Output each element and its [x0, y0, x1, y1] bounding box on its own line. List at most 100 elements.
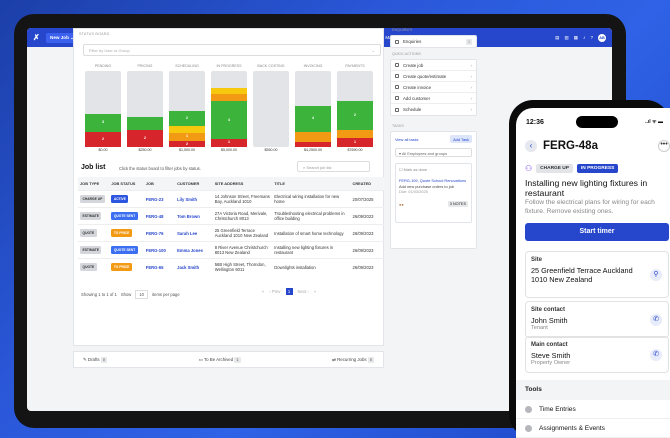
- customer-link[interactable]: Sarah Lee: [177, 231, 197, 236]
- back-button[interactable]: ‹: [525, 140, 537, 152]
- drafts-count: 0: [100, 356, 107, 363]
- status-segment[interactable]: 1: [337, 137, 373, 147]
- job-list-search-input[interactable]: ⌕ Search job list: [297, 161, 370, 172]
- job-link[interactable]: FERG-48: [146, 214, 164, 219]
- time-entries-item[interactable]: Time Entries: [516, 400, 670, 419]
- customer-link[interactable]: Lily Smith: [177, 197, 197, 202]
- next-page-button[interactable]: Next ›: [298, 289, 309, 294]
- recurring-jobs-tab[interactable]: ⇄ Recurring Jobs 0: [332, 356, 374, 363]
- phone-icon[interactable]: ✆: [650, 348, 662, 361]
- col-job-type[interactable]: JOB TYPE: [78, 177, 110, 191]
- status-segment[interactable]: 4: [211, 101, 247, 140]
- status-segment[interactable]: 2: [127, 130, 163, 147]
- last-page-button[interactable]: »: [314, 289, 316, 294]
- job-status-badge: ACTIVE: [111, 195, 129, 203]
- create-job-action[interactable]: Create job ›: [391, 60, 476, 71]
- status-segment[interactable]: [295, 142, 331, 147]
- status-segment[interactable]: [127, 116, 163, 131]
- job-link[interactable]: FERG-100: [146, 248, 166, 253]
- table-row[interactable]: ESTIMATE QUOTE SENT FERG-100 Emma Jones 8 Ri…: [78, 241, 384, 259]
- app-logo[interactable]: ✗: [33, 33, 41, 42]
- table-row[interactable]: CHARGE UP ACTIVE FERG-23 Lily Smith 14 Johns…: [78, 190, 384, 208]
- main-contact-label: Main contact: [531, 342, 568, 348]
- view-all-tasks-link[interactable]: View all tasks: [395, 137, 419, 142]
- site-card[interactable]: Site 25 Greenfield Terrace Auckland 1010…: [525, 251, 669, 298]
- status-segment[interactable]: 3: [85, 114, 121, 132]
- status-column[interactable]: INVOICING 4 $4,2500.00: [295, 64, 331, 152]
- status-segment[interactable]: [337, 130, 373, 138]
- start-timer-button[interactable]: Start timer: [525, 223, 669, 241]
- status-column[interactable]: BACK COSTING $550.00: [253, 64, 289, 152]
- status-filter-select[interactable]: Filter by User or Group ⌄: [83, 44, 381, 56]
- status-segment[interactable]: 2: [85, 131, 121, 147]
- assignments-events-item[interactable]: Assignments & Events: [516, 419, 670, 438]
- status-column[interactable]: IN PROGRESS 1 4 $5,000.00: [211, 64, 247, 152]
- table-row[interactable]: QUOTE TO PRICE FERG-65 Jack Smith 56B High S…: [78, 258, 384, 275]
- site-address: 25 Greenfield Terrace Auckland 1010 New …: [531, 266, 633, 284]
- create-invoice-action[interactable]: Create invoice ›: [391, 82, 476, 93]
- status-segment[interactable]: 2: [337, 101, 373, 131]
- to-be-archived-tab[interactable]: ▭ To Be Archived 1: [199, 356, 241, 363]
- col-created[interactable]: CREATED: [350, 177, 384, 191]
- status-column-label: IN PROGRESS: [216, 64, 242, 68]
- col-customer[interactable]: CUSTOMER: [175, 177, 213, 191]
- map-pin-icon[interactable]: ⚲: [650, 268, 662, 281]
- status-segment[interactable]: 2: [169, 140, 205, 147]
- add-task-button[interactable]: Add Task: [450, 135, 472, 143]
- per-page-select[interactable]: 10: [135, 290, 149, 299]
- bell-icon[interactable]: ♪: [583, 35, 585, 40]
- col-job[interactable]: JOB: [143, 177, 176, 191]
- status-segment[interactable]: 1: [211, 139, 247, 147]
- customer-link[interactable]: Jack Smith: [177, 265, 199, 270]
- phone-icon[interactable]: ✆: [650, 313, 662, 326]
- chat-icon[interactable]: ▤: [555, 35, 559, 41]
- status-segment[interactable]: 1: [169, 133, 205, 141]
- first-page-button[interactable]: «: [262, 289, 264, 294]
- mark-done-checkbox[interactable]: ☐ Mark as done: [399, 167, 468, 172]
- task-notes-count[interactable]: 3 NOTES: [447, 201, 468, 207]
- main-contact-card[interactable]: Main contact Steve Smith Property Owner …: [525, 336, 669, 373]
- status-segment[interactable]: [211, 93, 247, 102]
- task-filter-select[interactable]: ▾ All Employees and groups: [395, 148, 472, 157]
- schedule-action[interactable]: Schedule ›: [391, 104, 476, 115]
- time-entries-label: Time Entries: [539, 405, 576, 413]
- site-contact-card[interactable]: Site contact John Smith Tenant ✆: [525, 301, 669, 338]
- job-link[interactable]: FERG-23: [146, 197, 164, 202]
- more-options-button[interactable]: •••: [658, 140, 670, 152]
- customer-link[interactable]: Tom Brown: [177, 214, 200, 219]
- prev-page-button[interactable]: ‹ Prev: [269, 289, 280, 294]
- task-job-link[interactable]: FERG-109, Quote School Renovations: [399, 178, 468, 183]
- job-link[interactable]: FERG-65: [146, 265, 164, 270]
- table-row[interactable]: QUOTE TO PRICE FERG-76 Sarah Lee 25 Greenfie…: [78, 224, 384, 242]
- status-segment[interactable]: 2: [169, 110, 205, 126]
- status-column[interactable]: PENDING 2 3 $0.00: [85, 64, 121, 152]
- chart-icon[interactable]: ▥: [564, 35, 568, 41]
- drafts-tab[interactable]: ✎ Drafts 0: [83, 356, 107, 363]
- status-segment[interactable]: [295, 131, 331, 143]
- status-segment[interactable]: [169, 125, 205, 134]
- create-quote-action[interactable]: Create quote/estimate ›: [391, 71, 476, 82]
- recurring-label: Recurring Jobs: [337, 356, 367, 362]
- status-column[interactable]: PRICING 2 $250.00: [127, 64, 163, 152]
- job-status-cell: ACTIVE: [109, 190, 144, 208]
- help-icon[interactable]: ?: [590, 35, 593, 40]
- enquiries-item[interactable]: Enquiries 3: [391, 36, 476, 47]
- col-job-status[interactable]: JOB STATUS: [109, 177, 144, 191]
- avatar[interactable]: AB: [598, 33, 606, 42]
- add-customer-action[interactable]: Add customer ›: [391, 93, 476, 104]
- page-1-button[interactable]: 1: [285, 288, 293, 295]
- status-segment[interactable]: 4: [295, 105, 331, 132]
- status-column[interactable]: PAYMENTS 1 2 $7690.00: [337, 64, 373, 152]
- job-type-cell: CHARGE UP: [78, 190, 110, 208]
- table-row[interactable]: ESTIMATE QUOTE SENT FERG-48 Tom Brown 27A Vi…: [78, 207, 384, 225]
- grid-icon[interactable]: ▦: [574, 35, 578, 41]
- job-type-cell: QUOTE: [78, 224, 110, 242]
- job-link[interactable]: FERG-76: [146, 231, 164, 236]
- col-title[interactable]: TITLE: [272, 177, 351, 191]
- col-site-address[interactable]: SITE ADDRESS: [212, 177, 273, 191]
- task-card[interactable]: ☐ Mark as done FERG-109, Quote School Re…: [395, 163, 472, 223]
- customer-link[interactable]: Emma Jones: [177, 248, 203, 253]
- status-segment[interactable]: [211, 87, 247, 94]
- status-column-amount: $250.00: [138, 148, 152, 152]
- status-column[interactable]: SCHEDULING 2 1 2 $1,500.00: [169, 64, 205, 152]
